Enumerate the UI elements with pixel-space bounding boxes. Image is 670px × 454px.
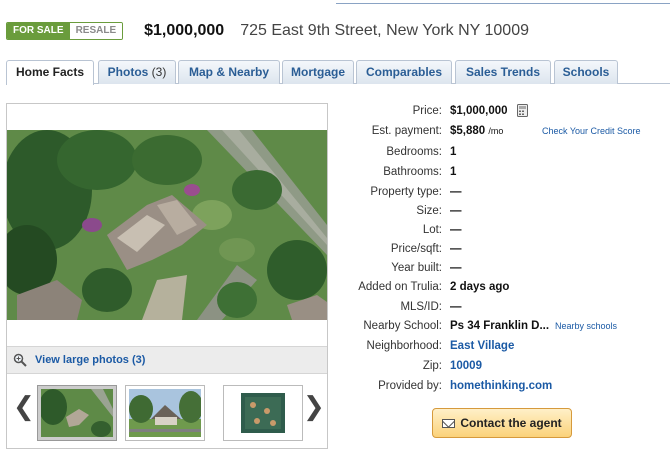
tab-sales-trends[interactable]: Sales Trends bbox=[455, 60, 551, 84]
fact-est-payment: Est. payment: $5,880 /mo Check Your Cred… bbox=[330, 122, 670, 140]
fact-label: Nearby School: bbox=[363, 320, 442, 332]
tab-photos[interactable]: Photos (3) bbox=[98, 60, 176, 84]
fact-added-on-trulia: Added on Trulia: 2 days ago bbox=[330, 278, 670, 296]
zip-link[interactable]: 10009 bbox=[450, 357, 482, 375]
fact-lot: Lot: — bbox=[330, 221, 670, 239]
status-badge: FOR SALE RESALE bbox=[6, 22, 124, 40]
calculator-icon[interactable] bbox=[517, 104, 528, 117]
tab-label: Map & Nearby bbox=[188, 65, 270, 79]
fact-label: Price: bbox=[412, 105, 442, 117]
fact-label: Provided by: bbox=[378, 380, 442, 392]
listing-price: $1,000,000 bbox=[144, 22, 225, 39]
fact-label: Neighborhood: bbox=[366, 340, 442, 352]
fact-label: Size: bbox=[416, 205, 442, 217]
fact-value: Ps 34 Franklin D... bbox=[450, 320, 550, 332]
thumbnail-image bbox=[41, 389, 113, 437]
tab-map-nearby[interactable]: Map & Nearby bbox=[178, 60, 280, 84]
fact-label: MLS/ID: bbox=[400, 301, 442, 313]
fact-bathrooms: Bathrooms: 1 bbox=[330, 163, 670, 181]
fact-label: Price/sqft: bbox=[390, 243, 442, 255]
fact-bedrooms: Bedrooms: 1 bbox=[330, 143, 670, 161]
fact-year-built: Year built: — bbox=[330, 259, 670, 277]
provider-link[interactable]: homethinking.com bbox=[450, 377, 552, 395]
fact-price-sqft: Price/sqft: — bbox=[330, 240, 670, 258]
fact-zip: Zip: 10009 bbox=[330, 357, 670, 375]
fact-value: — bbox=[450, 301, 462, 313]
payment-unit: /mo bbox=[488, 126, 504, 136]
aerial-house-photo bbox=[7, 130, 327, 320]
contact-agent-button[interactable]: Contact the agent bbox=[432, 408, 572, 438]
thumbnail-3[interactable] bbox=[223, 385, 303, 441]
magnifier-icon bbox=[13, 353, 27, 367]
thumbnail-image bbox=[227, 389, 299, 437]
thumbnail-image bbox=[129, 389, 201, 437]
tab-label: Schools bbox=[562, 65, 610, 79]
fact-nearby-school: Nearby School: Ps 34 Franklin D... Nearb… bbox=[330, 317, 670, 335]
fact-label: Bathrooms: bbox=[383, 166, 442, 178]
tab-home-facts[interactable]: Home Facts bbox=[6, 60, 94, 85]
fact-value: $1,000,000 bbox=[450, 105, 508, 117]
fact-label: Year built: bbox=[391, 262, 442, 274]
fact-label: Bedrooms: bbox=[386, 146, 442, 158]
tab-label: Comparables bbox=[365, 65, 443, 79]
resale-badge: RESALE bbox=[69, 23, 123, 39]
fact-value: — bbox=[450, 205, 462, 217]
tab-comparables[interactable]: Comparables bbox=[356, 60, 452, 84]
fact-value: — bbox=[450, 243, 462, 255]
main-photo[interactable] bbox=[7, 130, 327, 320]
tab-count: (3) bbox=[151, 65, 167, 79]
for-sale-badge: FOR SALE bbox=[7, 23, 70, 39]
thumbnail-1[interactable] bbox=[37, 385, 117, 441]
fact-value: 2 days ago bbox=[450, 281, 510, 293]
payment-amount: $5,880 bbox=[450, 125, 486, 137]
credit-score-link[interactable]: Check Your Credit Score bbox=[542, 122, 641, 140]
top-divider bbox=[336, 0, 670, 4]
neighborhood-link[interactable]: East Village bbox=[450, 337, 514, 355]
fact-provided-by: Provided by: homethinking.com bbox=[330, 377, 670, 395]
fact-mls-id: MLS/ID: — bbox=[330, 298, 670, 316]
fact-value: — bbox=[450, 186, 462, 198]
fact-value: — bbox=[450, 224, 462, 236]
fact-price: Price: $1,000,000 bbox=[330, 102, 670, 120]
fact-label: Est. payment: bbox=[371, 125, 442, 137]
nearby-schools-link[interactable]: Nearby schools bbox=[555, 317, 617, 335]
fact-label: Zip: bbox=[422, 360, 442, 372]
tab-mortgage[interactable]: Mortgage bbox=[282, 60, 354, 84]
next-arrow-icon[interactable]: ❯ bbox=[303, 392, 325, 422]
thumbnail-strip: ❮ ❯ bbox=[7, 374, 327, 448]
view-large-photos-link[interactable]: View large photos (3) bbox=[35, 354, 145, 366]
fact-property-type: Property type: — bbox=[330, 183, 670, 201]
tab-label: Home Facts bbox=[15, 65, 85, 79]
fact-value: $5,880 /mo bbox=[450, 122, 503, 140]
fact-label: Lot: bbox=[422, 224, 442, 236]
listing-header: FOR SALE RESALE $1,000,000 725 East 9th … bbox=[6, 19, 529, 43]
fact-label: Added on Trulia: bbox=[358, 281, 442, 293]
tab-schools[interactable]: Schools bbox=[554, 60, 618, 84]
tab-label: Sales Trends bbox=[465, 65, 541, 79]
contact-agent-label: Contact the agent bbox=[460, 416, 562, 430]
fact-size: Size: — bbox=[330, 202, 670, 220]
fact-value: — bbox=[450, 262, 462, 274]
fact-value: 1 bbox=[450, 146, 457, 158]
fact-label: Property type: bbox=[370, 186, 442, 198]
view-large-bar[interactable]: View large photos (3) bbox=[7, 346, 327, 374]
envelope-icon bbox=[442, 418, 456, 428]
photo-panel: View large photos (3) ❮ ❯ bbox=[6, 103, 328, 449]
listing-address: 725 East 9th Street, New York NY 10009 bbox=[240, 22, 529, 39]
prev-arrow-icon[interactable]: ❮ bbox=[13, 392, 35, 422]
fact-neighborhood: Neighborhood: East Village bbox=[330, 337, 670, 355]
tab-label: Mortgage bbox=[291, 65, 345, 79]
tab-bar: Home Facts Photos (3) Map & Nearby Mortg… bbox=[6, 60, 670, 85]
tab-label: Photos bbox=[107, 65, 149, 79]
fact-value: 1 bbox=[450, 166, 457, 178]
thumbnail-2[interactable] bbox=[125, 385, 205, 441]
